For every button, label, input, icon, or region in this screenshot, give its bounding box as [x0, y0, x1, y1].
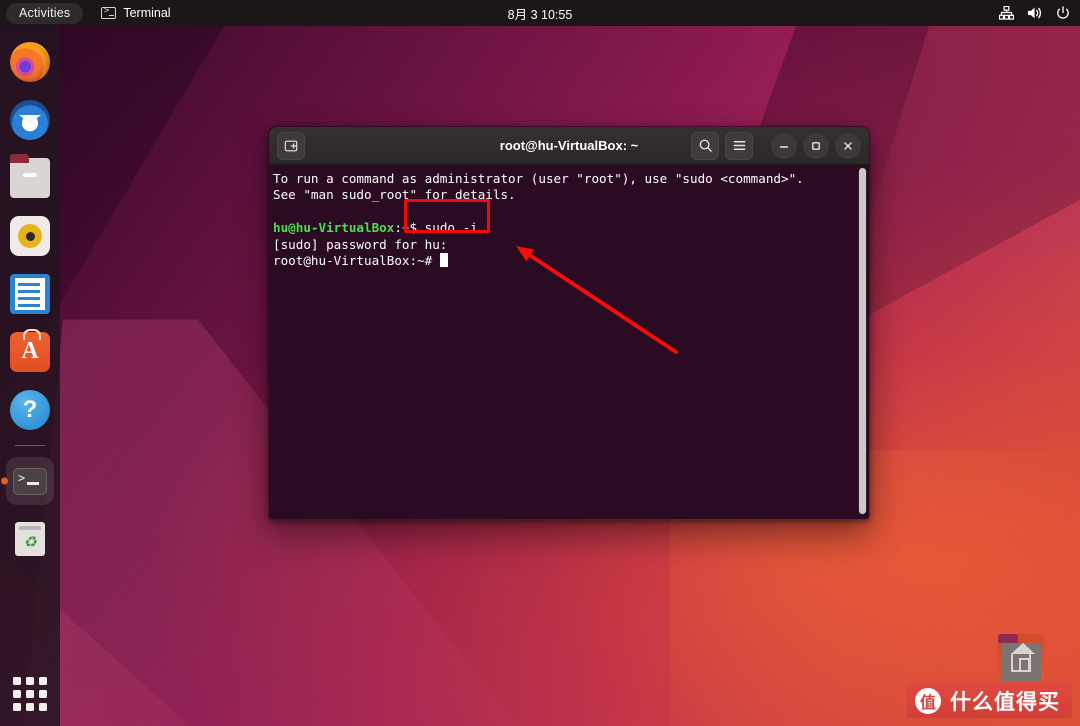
dock: ? ♻	[0, 26, 60, 726]
files-icon	[10, 154, 50, 198]
menu-button[interactable]	[725, 131, 753, 160]
terminal-span: root@hu-VirtualBox:~#	[273, 253, 440, 269]
new-tab-button[interactable]	[277, 131, 305, 160]
folder-front	[1001, 642, 1041, 682]
dock-item-rhythmbox[interactable]	[6, 212, 54, 260]
terminal-icon	[13, 467, 47, 495]
dock-item-trash[interactable]: ♻	[6, 515, 54, 563]
terminal-line: See "man sudo_root" for details.	[273, 187, 869, 203]
search-button[interactable]	[691, 131, 719, 160]
app-indicator-label: Terminal	[123, 6, 171, 20]
dock-item-files[interactable]	[6, 154, 54, 202]
firefox-icon	[10, 42, 50, 82]
house-icon	[1011, 642, 1035, 672]
dock-item-libreoffice-writer[interactable]	[6, 270, 54, 318]
power-icon	[1056, 6, 1070, 20]
annotation-highlight-box	[404, 199, 490, 233]
thunderbird-icon	[10, 100, 50, 140]
terminal-span: To run a command as administrator (user …	[273, 171, 804, 186]
close-button[interactable]	[835, 132, 861, 159]
dock-item-thunderbird[interactable]	[6, 96, 54, 144]
watermark-logo: 值	[915, 688, 941, 714]
libreoffice-writer-icon	[10, 274, 50, 314]
network-icon	[999, 6, 1014, 20]
terminal-cursor	[439, 253, 448, 268]
dock-item-ubuntu-software[interactable]	[6, 328, 54, 376]
terminal-line: hu@hu-VirtualBox:~$ sudo -i	[273, 220, 869, 236]
minimize-button[interactable]	[771, 132, 797, 159]
terminal-icon	[101, 6, 117, 19]
trash-icon: ♻	[15, 522, 45, 556]
terminal-line: To run a command as administrator (user …	[273, 171, 869, 187]
top-bar: Activities Terminal 8月 3 10:55	[0, 0, 1080, 26]
activities-button[interactable]: Activities	[6, 2, 84, 24]
dock-item-firefox[interactable]	[6, 38, 54, 86]
scrollbar-thumb[interactable]	[859, 168, 866, 514]
desktop-screen: Activities Terminal 8月 3 10:55	[0, 0, 1080, 726]
watermark-text: 什么值得买	[950, 690, 1060, 714]
dock-separator	[15, 445, 45, 446]
terminal-span: [sudo] password for hu:	[273, 236, 448, 252]
rhythmbox-icon	[10, 216, 50, 256]
dock-item-terminal[interactable]	[6, 457, 54, 505]
window-controls	[691, 131, 861, 160]
terminal-output: To run a command as administrator (user …	[271, 171, 869, 269]
show-applications-button[interactable]	[8, 672, 52, 716]
watermark: 值 什么值得买	[907, 684, 1072, 718]
system-status-area[interactable]	[999, 6, 1070, 20]
maximize-button[interactable]	[803, 132, 829, 159]
terminal-span: :	[394, 220, 402, 236]
terminal-scrollbar[interactable]	[858, 167, 867, 515]
ubuntu-software-icon	[10, 329, 50, 372]
dock-item-help[interactable]: ?	[6, 386, 54, 434]
volume-icon	[1027, 6, 1043, 20]
app-indicator-terminal[interactable]: Terminal	[101, 6, 171, 20]
terminal-span: hu@hu-VirtualBox	[273, 220, 395, 236]
window-titlebar[interactable]: root@hu-VirtualBox: ~	[269, 127, 869, 165]
terminal-line: root@hu-VirtualBox:~#	[273, 253, 869, 269]
desktop-home-folder-icon[interactable]	[998, 634, 1046, 684]
help-icon: ?	[10, 390, 50, 430]
terminal-window: root@hu-VirtualBox: ~ To run a command a…	[268, 126, 870, 520]
terminal-line: [sudo] password for hu:	[273, 237, 869, 253]
terminal-body[interactable]: To run a command as administrator (user …	[269, 165, 869, 519]
